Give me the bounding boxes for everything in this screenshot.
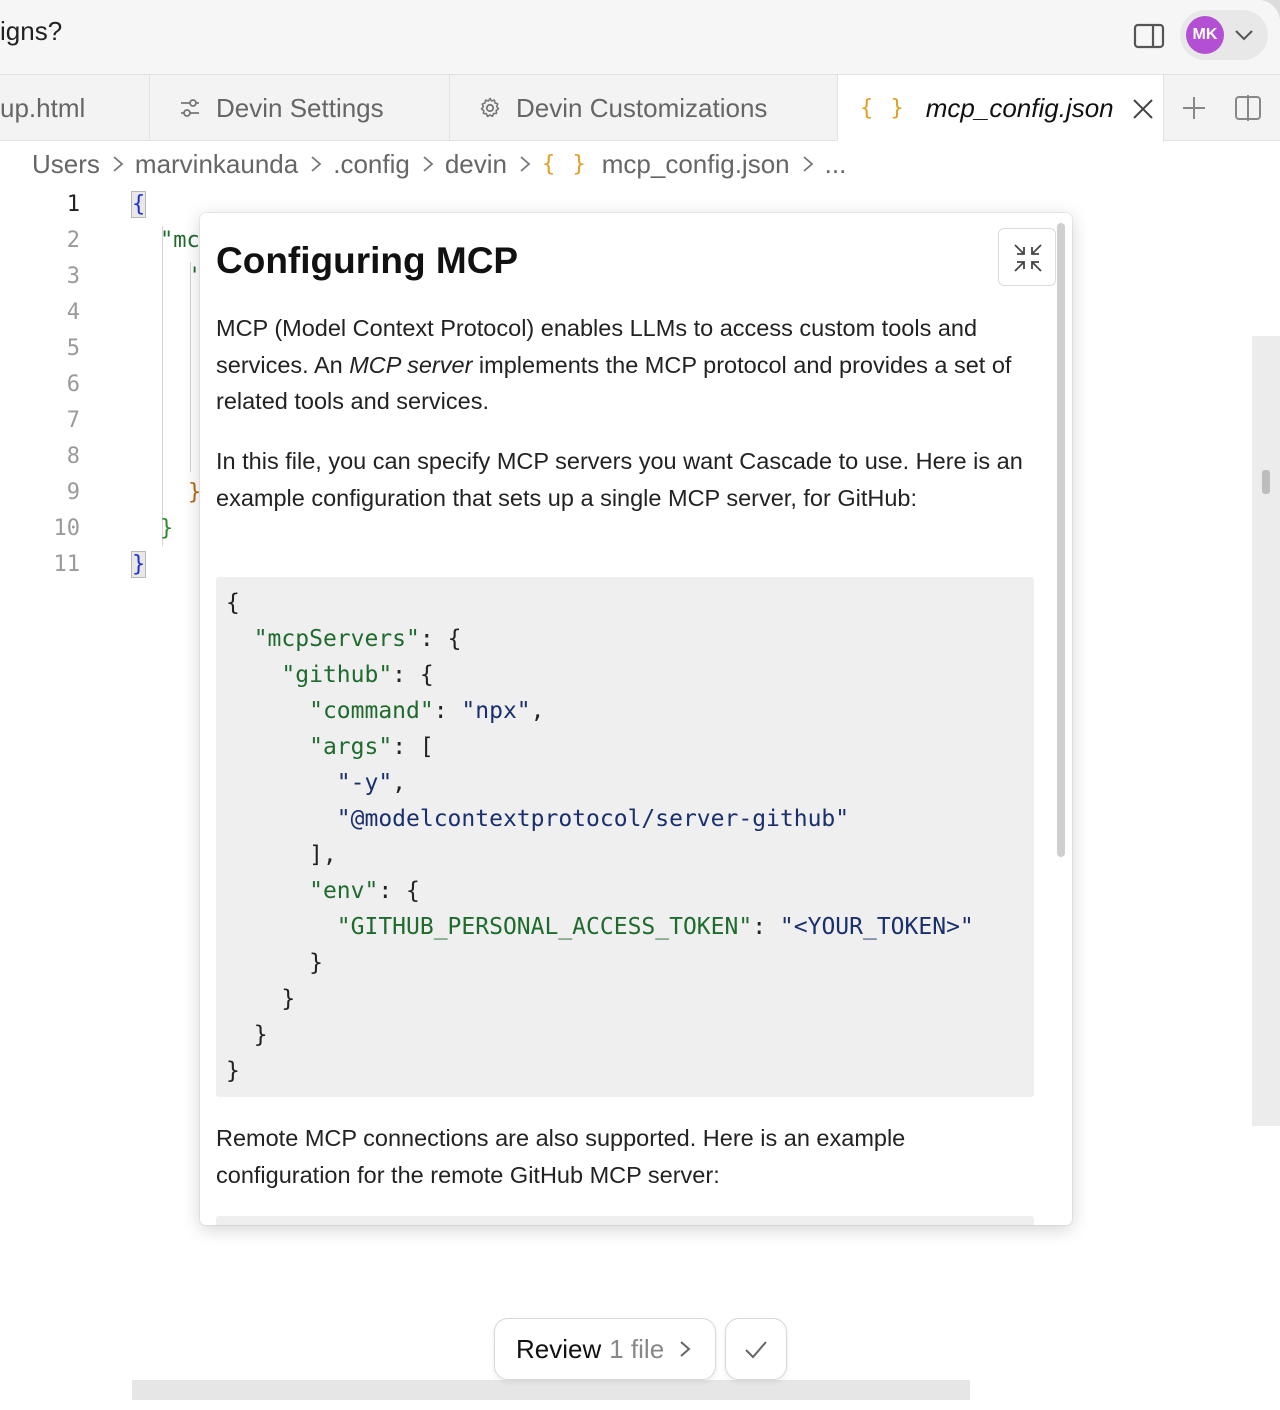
breadcrumb-ellipsis[interactable]: ... <box>825 149 847 180</box>
line-number: 1 <box>66 192 80 217</box>
mcp-help-popup: Configuring MCP MCP (Model Context Proto… <box>200 213 1072 1225</box>
tab-devin-settings[interactable]: Devin Settings <box>150 75 450 141</box>
accept-button[interactable] <box>725 1318 787 1380</box>
breadcrumb: Users marvinkaunda .config devin { } mcp… <box>32 146 846 182</box>
remote-paragraph: Remote MCP connections are also supporte… <box>216 1125 906 1188</box>
line-number: 6 <box>66 372 80 397</box>
collapse-icon <box>1014 244 1042 272</box>
matched-brace: { <box>130 191 147 218</box>
popup-title: Configuring MCP <box>216 240 519 281</box>
review-files-button[interactable]: Review 1 file <box>494 1318 716 1380</box>
account-menu[interactable]: MK <box>1180 10 1268 60</box>
line-number: 5 <box>66 336 80 361</box>
example-code: { "mcpServers": { "github": { "command":… <box>226 590 974 1084</box>
popup-scrollbar[interactable] <box>1057 223 1065 857</box>
line-number: 8 <box>66 444 80 469</box>
json-string: "npx" <box>461 698 531 724</box>
json-string: "@modelcontextprotocol/server-github" <box>336 806 850 832</box>
new-tab-icon[interactable] <box>1179 93 1209 123</box>
matched-brace: } <box>130 551 147 578</box>
tab-devin-customizations[interactable]: Devin Customizations <box>450 75 838 141</box>
tab-label: mcp_config.json <box>925 93 1114 123</box>
breadcrumb-item-devin[interactable]: devin <box>445 149 507 180</box>
review-count: 1 file <box>609 1333 665 1364</box>
json-string: "-y" <box>336 770 393 796</box>
gear-icon <box>480 97 500 118</box>
toggle-sidebar-icon[interactable] <box>1133 22 1165 50</box>
breadcrumb-item-config[interactable]: .config <box>333 149 410 180</box>
ide-window: igns? MK up.html Devin Settings Devin Cu… <box>0 0 1280 1410</box>
breadcrumb-item-file[interactable]: mcp_config.json <box>602 149 790 180</box>
tab-bar: up.html Devin Settings Devin Customizati… <box>0 75 1280 142</box>
tab-mcp-config-json[interactable]: { } mcp_config.json <box>838 75 1164 142</box>
indent-guide <box>190 262 191 472</box>
check-icon <box>745 1341 767 1359</box>
tab-label: up.html <box>0 92 86 123</box>
json-braces-icon: { } <box>860 96 906 121</box>
code-line-10: } <box>160 516 174 541</box>
json-key: "command" <box>309 698 434 724</box>
line-number: 4 <box>66 300 80 325</box>
example-code-block: { "mcpServers": { "github": { "command":… <box>216 577 1034 1097</box>
window-title: igns? <box>0 16 63 46</box>
line-number: 9 <box>66 480 80 505</box>
close-icon[interactable] <box>1128 94 1158 124</box>
chevron-down-icon[interactable] <box>1232 23 1256 47</box>
line-number: 10 <box>53 516 81 541</box>
minimap[interactable] <box>1252 336 1280 1126</box>
json-key: "env" <box>309 878 379 904</box>
json-key: "mcpServers" <box>253 626 420 652</box>
json-string: "<YOUR_TOKEN>" <box>779 914 974 940</box>
title-bar: igns? MK <box>0 0 1280 75</box>
code-line-11: } <box>130 551 147 578</box>
chevron-right-icon <box>423 156 434 172</box>
line-number: 11 <box>53 552 81 577</box>
intro-emphasis: MCP server <box>349 351 473 378</box>
config-paragraph: In this file, you can specify MCP server… <box>216 448 1023 511</box>
intro-paragraph: MCP (Model Context Protocol) enables LLM… <box>216 310 1034 420</box>
json-key: "GITHUB_PERSONAL_ACCESS_TOKEN" <box>336 914 753 940</box>
json-braces-icon: { } <box>541 151 588 177</box>
vertical-scrollbar-thumb[interactable] <box>1262 470 1270 494</box>
review-label: Review <box>516 1333 602 1364</box>
code-line-1: { <box>130 191 147 218</box>
chevron-right-icon <box>311 156 322 172</box>
line-number: 3 <box>66 264 80 289</box>
minimap-viewport <box>1090 370 1252 470</box>
tab-signup-html[interactable]: up.html <box>0 75 150 141</box>
remote-code-block <box>216 1216 1034 1225</box>
code-line-2: "mc <box>160 228 200 253</box>
json-key: "github" <box>281 662 393 688</box>
horizontal-scrollbar[interactable] <box>132 1380 970 1400</box>
breadcrumb-item-users[interactable]: Users <box>32 149 100 180</box>
line-number: 7 <box>66 408 80 433</box>
json-key: "args" <box>309 734 393 760</box>
chevron-right-icon <box>803 156 813 172</box>
chevron-right-icon <box>680 1341 691 1357</box>
sliders-icon <box>181 99 199 117</box>
tab-label: Devin Customizations <box>516 92 768 123</box>
avatar[interactable]: MK <box>1186 16 1224 54</box>
breadcrumb-item-user[interactable]: marvinkaunda <box>135 149 298 180</box>
tab-label: Devin Settings <box>216 92 384 123</box>
chevron-right-icon <box>113 156 124 172</box>
indent-guide <box>162 226 163 546</box>
line-number: 2 <box>66 228 80 253</box>
chevron-right-icon <box>520 156 531 172</box>
collapse-popup-button[interactable] <box>998 228 1056 286</box>
split-editor-icon[interactable] <box>1233 93 1263 123</box>
